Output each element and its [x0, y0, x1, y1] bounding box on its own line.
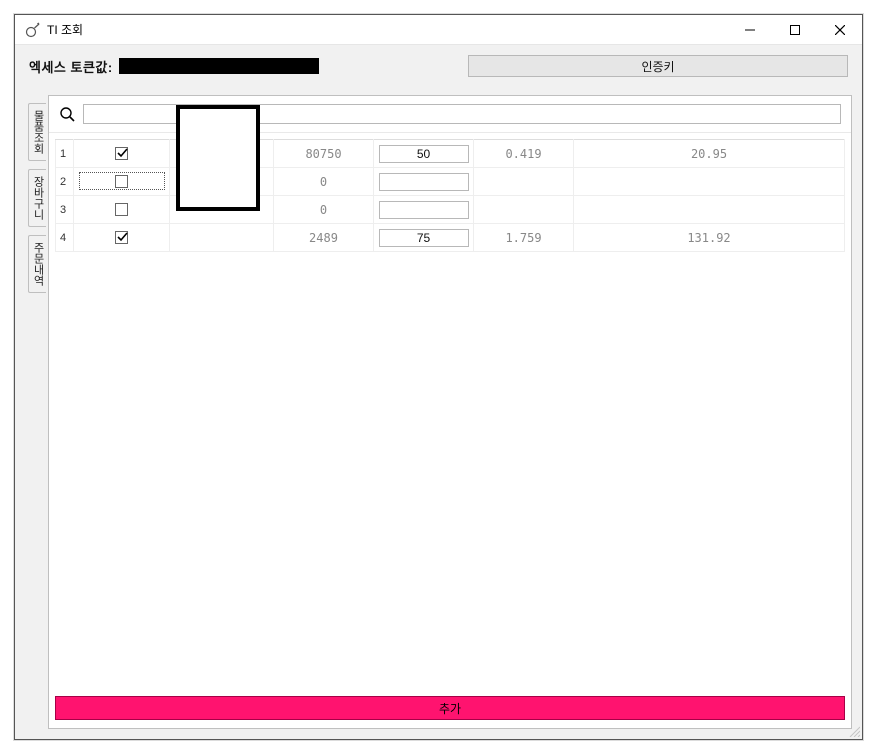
table-row: 20 [56, 168, 845, 196]
tab-item-lookup[interactable]: 물품조회 [28, 103, 46, 161]
tab-orders[interactable]: 주문내역 [28, 235, 46, 293]
row-col-d: 131.92 [574, 224, 845, 252]
search-icon [59, 106, 75, 122]
close-button[interactable] [817, 15, 862, 45]
row-qty-cell [374, 224, 474, 252]
row-col-a: 2489 [274, 224, 374, 252]
row-qty-cell [374, 140, 474, 168]
row-col-d: 20.95 [574, 140, 845, 168]
minimize-button[interactable] [727, 15, 772, 45]
app-icon [25, 22, 41, 38]
table-row: 1 80750 0.41920.95 [56, 140, 845, 168]
add-button[interactable]: 추가 [55, 696, 845, 720]
resize-grip[interactable] [848, 725, 860, 737]
search-bar [49, 96, 851, 133]
row-qty-input[interactable] [379, 145, 469, 163]
row-col-c: 0.419 [474, 140, 574, 168]
row-index: 2 [56, 168, 74, 196]
row-checkbox[interactable] [115, 175, 128, 188]
row-checkbox[interactable] [115, 203, 128, 216]
row-qty-cell [374, 168, 474, 196]
row-qty-cell [374, 196, 474, 224]
data-table: 1807500.41920.952030424891.759131.92 [55, 139, 845, 252]
row-col-d [574, 196, 845, 224]
row-checkbox-cell [74, 196, 170, 224]
tab-cart[interactable]: 장바구니 [28, 169, 46, 227]
row-checkbox-cell [74, 168, 170, 196]
table-row: 30 [56, 196, 845, 224]
row-col-c [474, 168, 574, 196]
top-area: 엑세스 토큰값: 인증키 [15, 45, 862, 85]
row-index: 4 [56, 224, 74, 252]
row-index: 1 [56, 140, 74, 168]
row-checkbox[interactable] [115, 231, 128, 244]
row-col-c [474, 196, 574, 224]
row-qty-input[interactable] [379, 201, 469, 219]
row-image-cell [170, 224, 274, 252]
row-checkbox-cell [74, 140, 170, 168]
token-label: 엑세스 토큰값: [29, 57, 113, 76]
row-col-a: 0 [274, 168, 374, 196]
token-value-redacted [119, 58, 319, 74]
table-row: 4 2489 1.759131.92 [56, 224, 845, 252]
row-col-d [574, 168, 845, 196]
content-panel: 1807500.41920.952030424891.759131.92 추가 [48, 95, 852, 729]
side-tabs: 물품조회 장바구니 주문내역 [25, 95, 49, 729]
auth-key-button[interactable]: 인증키 [468, 55, 848, 77]
item-thumbnail [176, 133, 260, 211]
window-title: TI 조회 [47, 21, 83, 38]
row-checkbox[interactable] [115, 147, 128, 160]
row-col-a: 80750 [274, 140, 374, 168]
row-qty-input[interactable] [379, 173, 469, 191]
row-checkbox-cell [74, 224, 170, 252]
table-area: 1807500.41920.952030424891.759131.92 [49, 133, 851, 690]
maximize-button[interactable] [772, 15, 817, 45]
row-col-a: 0 [274, 196, 374, 224]
bottom-bar: 추가 [49, 690, 851, 728]
row-qty-input[interactable] [379, 229, 469, 247]
row-index: 3 [56, 196, 74, 224]
row-col-c: 1.759 [474, 224, 574, 252]
titlebar: TI 조회 [15, 15, 862, 45]
app-window: TI 조회 엑세스 토큰값: 인증키 물품조회 장바구니 주문내역 [14, 14, 863, 740]
